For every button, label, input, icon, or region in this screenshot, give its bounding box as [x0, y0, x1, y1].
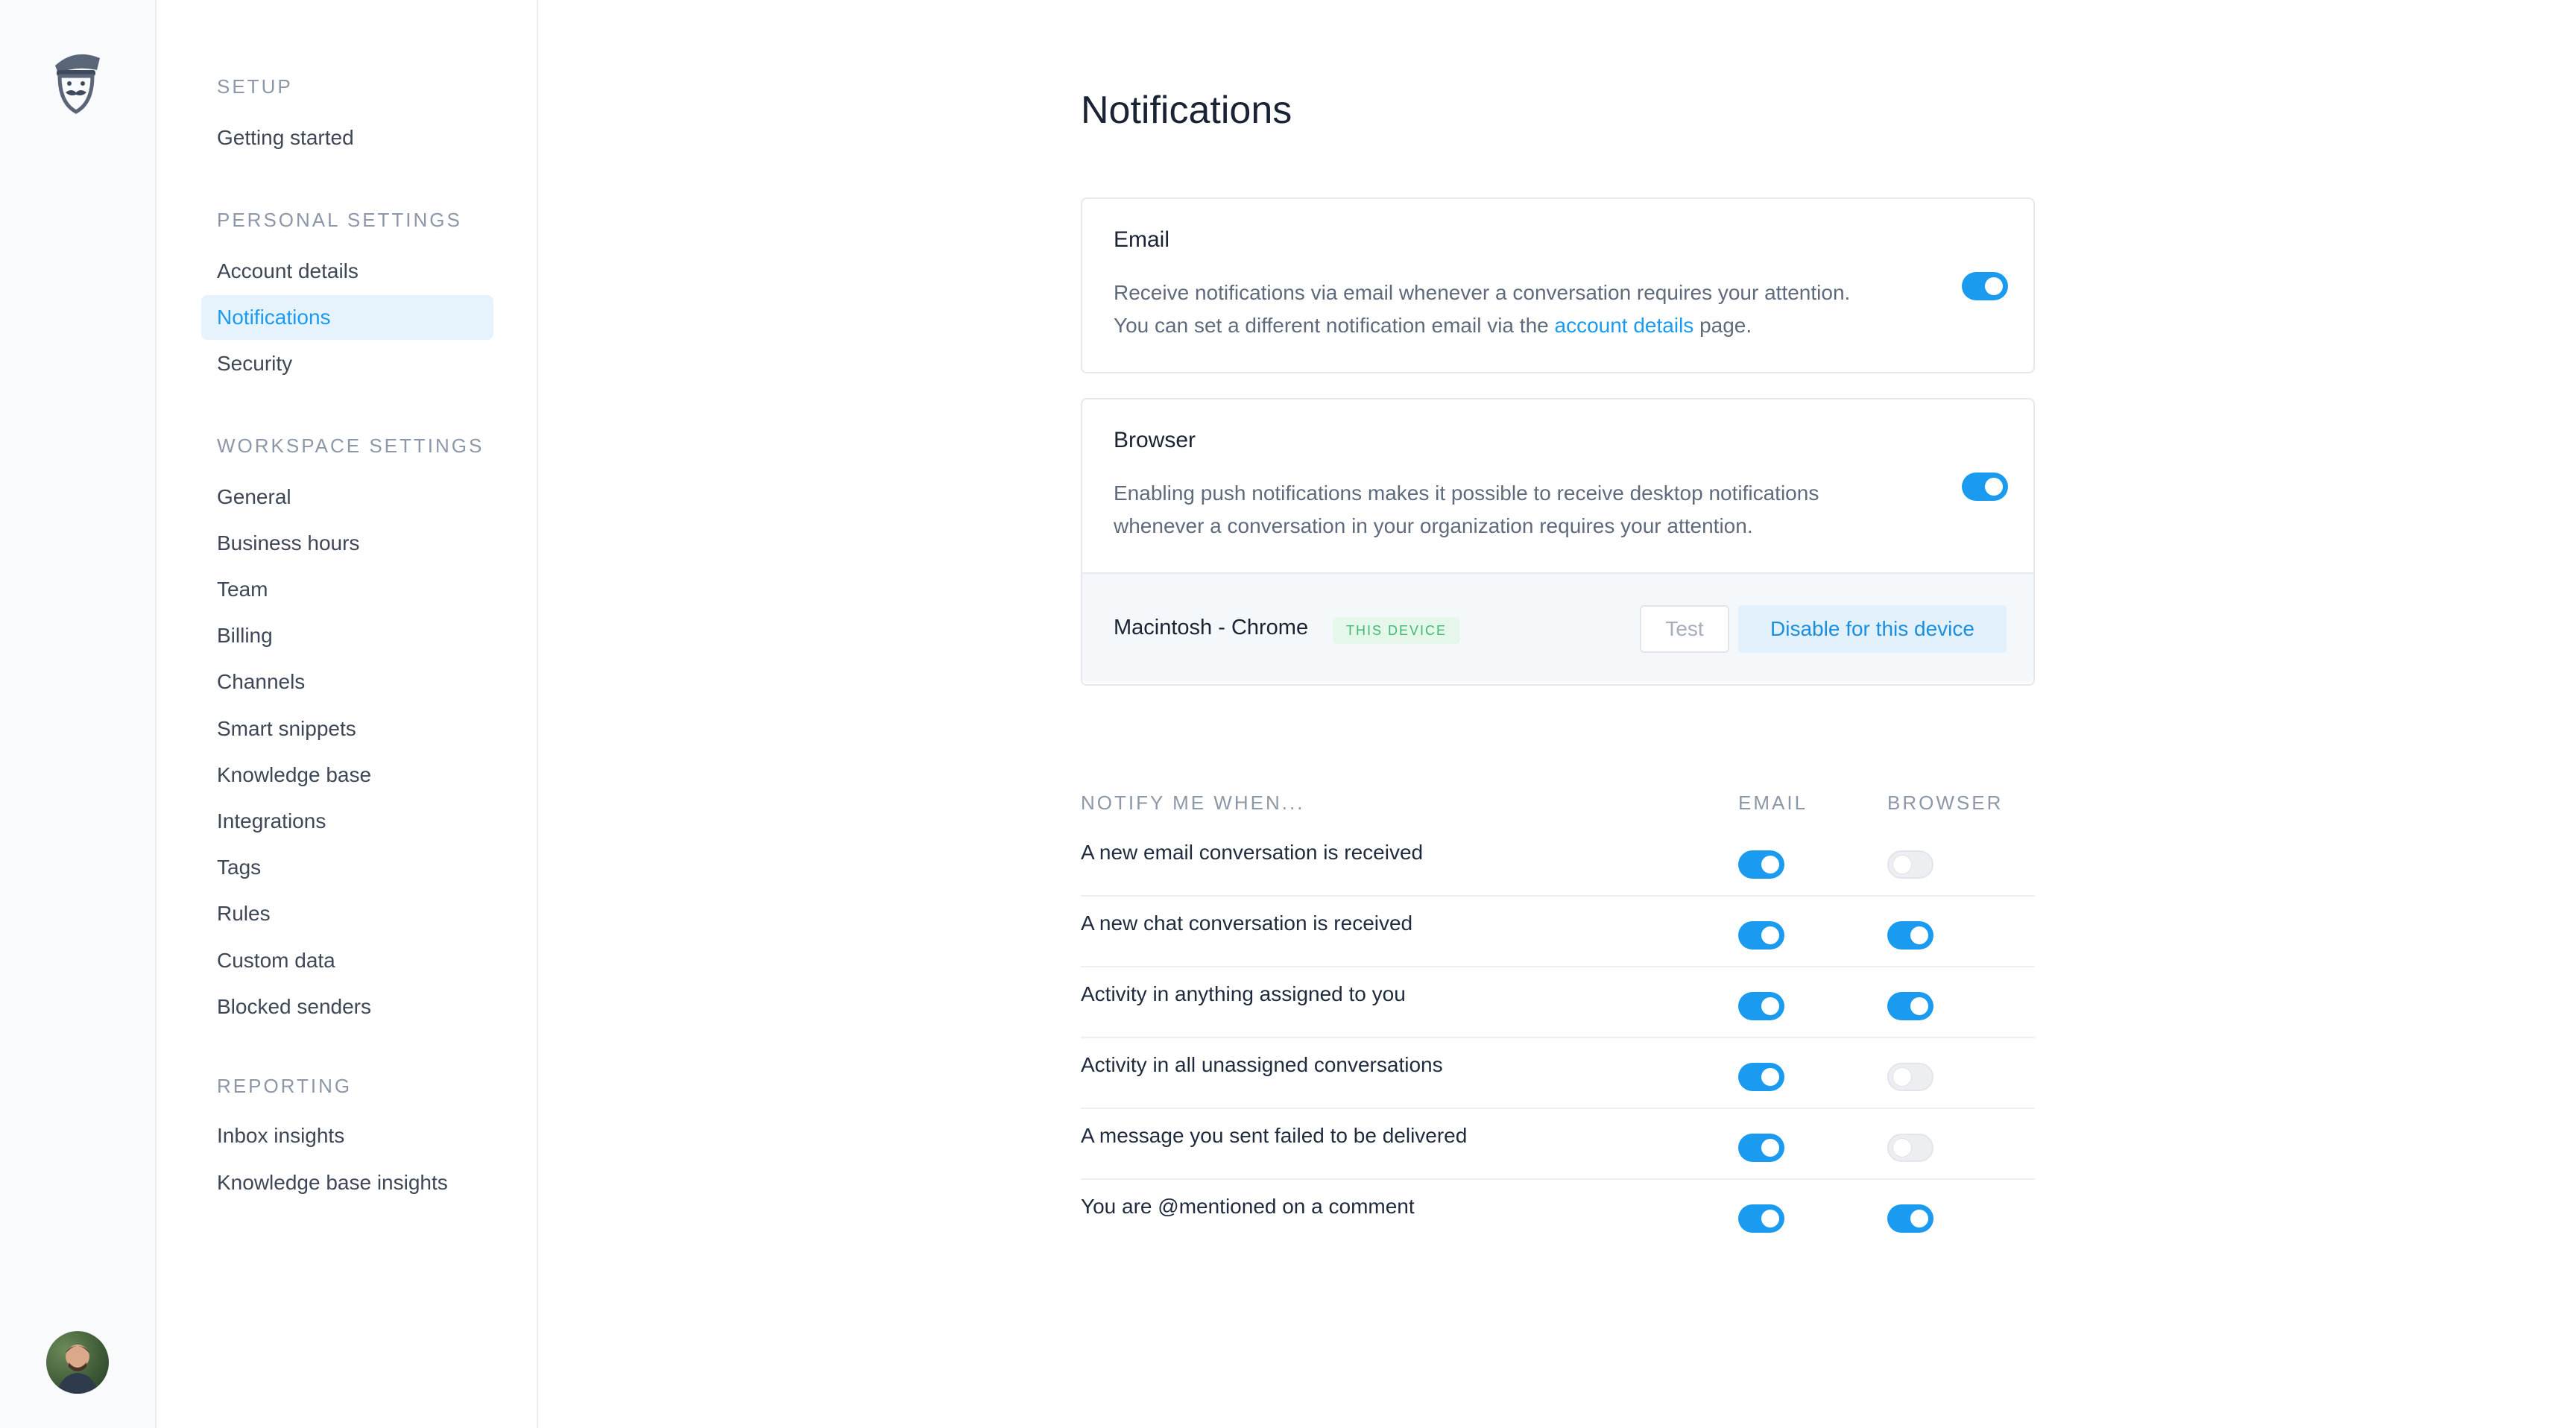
nav-item-team[interactable]: Team: [201, 567, 493, 612]
device-row: Macintosh - Chrome THIS DEVICE Test Disa…: [1082, 572, 2033, 683]
browser-desc-line1: Enabling push notifications makes it pos…: [1114, 481, 1819, 505]
row-label: Activity in anything assigned to you: [1081, 982, 1406, 1005]
browser-card: Browser Enabling push notifications make…: [1081, 398, 2035, 686]
email-toggle[interactable]: [1738, 850, 1784, 879]
nav-item-general[interactable]: General: [201, 475, 493, 519]
nav-item-rules[interactable]: Rules: [201, 891, 493, 936]
row-label: A new chat conversation is received: [1081, 912, 1413, 935]
row-label: A new email conversation is received: [1081, 841, 1424, 864]
email-card-description: Receive notifications via email whenever…: [1114, 277, 1904, 342]
email-card-title: Email: [1114, 227, 1170, 252]
section-title-reporting: REPORTING: [217, 1075, 353, 1097]
app-rail: [0, 0, 157, 1428]
nav-item-getting-started[interactable]: Getting started: [201, 116, 493, 160]
table-row: Activity in anything assigned to you: [1081, 967, 2035, 1038]
browser-toggle[interactable]: [1887, 1134, 1933, 1162]
browser-toggle[interactable]: [1887, 921, 1933, 950]
email-toggle[interactable]: [1738, 921, 1784, 950]
email-toggle[interactable]: [1738, 1134, 1784, 1162]
nav-item-security[interactable]: Security: [201, 341, 493, 386]
disable-device-button[interactable]: Disable for this device: [1738, 605, 2007, 653]
browser-column-header: BROWSER: [1887, 792, 2004, 814]
nav-item-notifications[interactable]: Notifications: [201, 295, 493, 340]
browser-desc-line2: whenever a conversation in your organiza…: [1114, 514, 1753, 537]
this-device-badge: THIS DEVICE: [1333, 617, 1461, 644]
browser-card-description: Enabling push notifications makes it pos…: [1114, 477, 1904, 543]
browser-notifications-toggle[interactable]: [1962, 473, 2008, 501]
email-desc-line1: Receive notifications via email whenever…: [1114, 281, 1851, 304]
logo-icon[interactable]: [45, 43, 110, 118]
avatar[interactable]: [46, 1331, 109, 1394]
row-label: Activity in all unassigned conversations: [1081, 1053, 1443, 1076]
email-notifications-toggle[interactable]: [1962, 272, 2008, 300]
browser-toggle[interactable]: [1887, 1204, 1933, 1233]
table-row: You are @mentioned on a comment: [1081, 1180, 2035, 1251]
nav-item-integrations[interactable]: Integrations: [201, 799, 493, 844]
table-row: A new email conversation is received: [1081, 826, 2035, 897]
table-row: A message you sent failed to be delivere…: [1081, 1109, 2035, 1180]
section-title-workspace-settings: WORKSPACE SETTINGS: [217, 435, 484, 457]
test-button[interactable]: Test: [1640, 605, 1729, 653]
browser-toggle[interactable]: [1887, 992, 1933, 1020]
device-name: Macintosh - Chrome: [1114, 616, 1309, 639]
nav-item-business-hours[interactable]: Business hours: [201, 521, 493, 566]
section-title-personal-settings: PERSONAL SETTINGS: [217, 209, 462, 231]
email-toggle[interactable]: [1738, 992, 1784, 1020]
nav-item-custom-data[interactable]: Custom data: [201, 938, 493, 983]
email-desc-line2: You can set a different notification ema…: [1114, 314, 1752, 337]
table-row: Activity in all unassigned conversations: [1081, 1038, 2035, 1109]
account-details-link[interactable]: account details: [1555, 314, 1694, 337]
email-column-header: EMAIL: [1738, 792, 1808, 814]
nav-item-smart-snippets[interactable]: Smart snippets: [201, 707, 493, 751]
notify-header: NOTIFY ME WHEN...: [1081, 792, 1305, 814]
nav-item-knowledge-base-insights[interactable]: Knowledge base insights: [201, 1160, 493, 1205]
nav-item-knowledge-base[interactable]: Knowledge base: [201, 753, 493, 797]
row-label: You are @mentioned on a comment: [1081, 1195, 1415, 1218]
nav-item-inbox-insights[interactable]: Inbox insights: [201, 1113, 493, 1158]
nav-item-billing[interactable]: Billing: [201, 613, 493, 658]
email-card: Email Receive notifications via email wh…: [1081, 198, 2035, 373]
email-toggle[interactable]: [1738, 1063, 1784, 1091]
nav-item-tags[interactable]: Tags: [201, 845, 493, 890]
nav-item-channels[interactable]: Channels: [201, 660, 493, 704]
email-toggle[interactable]: [1738, 1204, 1784, 1233]
browser-card-title: Browser: [1114, 428, 1196, 452]
row-label: A message you sent failed to be delivere…: [1081, 1124, 1468, 1147]
settings-sidebar: SETUP Getting started PERSONAL SETTINGS …: [158, 0, 538, 1428]
browser-toggle[interactable]: [1887, 850, 1933, 879]
section-title-setup: SETUP: [217, 75, 293, 98]
nav-item-account-details[interactable]: Account details: [201, 249, 493, 294]
table-row: A new chat conversation is received: [1081, 897, 2035, 967]
nav-item-blocked-senders[interactable]: Blocked senders: [201, 985, 493, 1029]
page-title: Notifications: [1081, 89, 1292, 132]
browser-toggle[interactable]: [1887, 1063, 1933, 1091]
